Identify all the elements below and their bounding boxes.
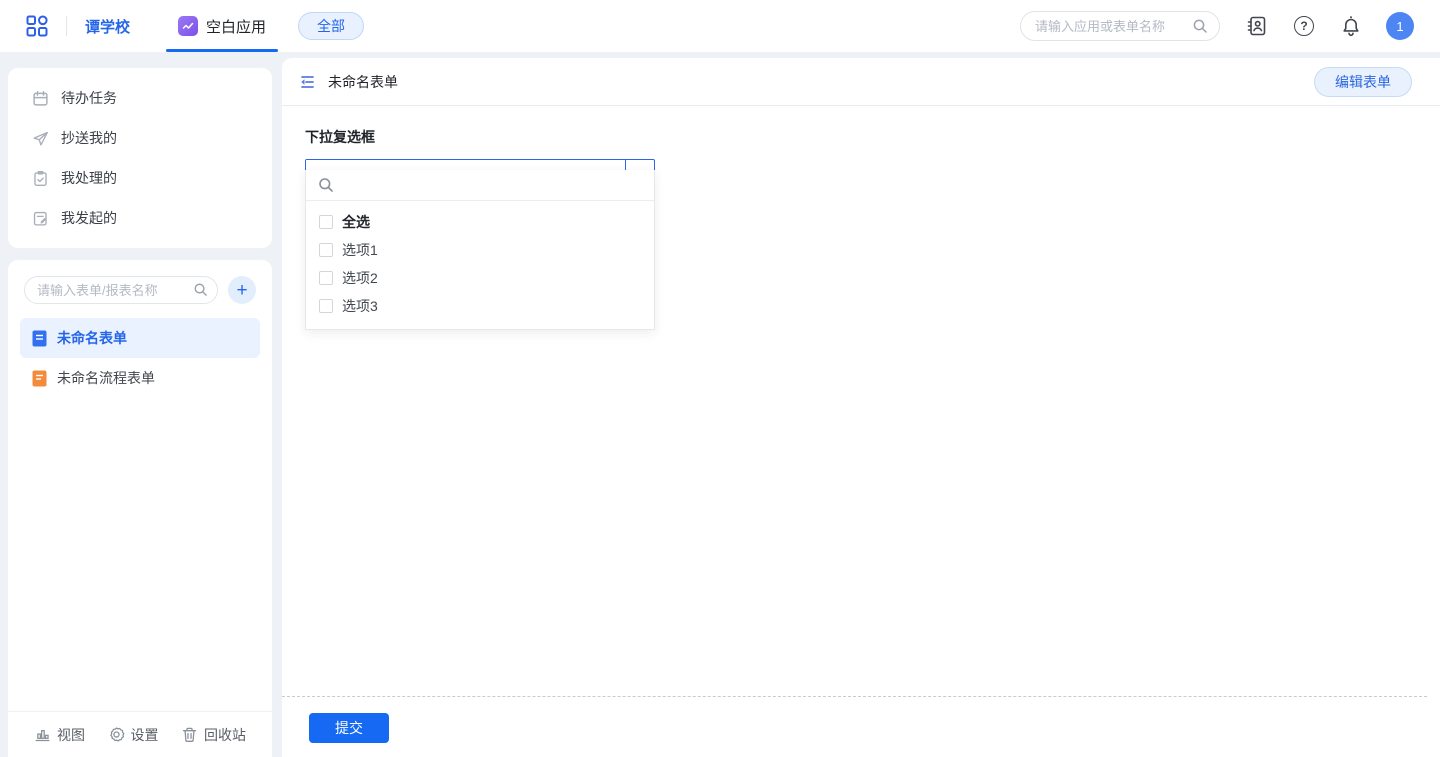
footer-label: 回收站 (204, 726, 246, 743)
form-search[interactable] (24, 276, 218, 304)
sidebar-item-cc[interactable]: 抄送我的 (8, 118, 272, 158)
footer-label: 视图 (57, 726, 85, 743)
dropdown-search-input[interactable] (342, 177, 642, 193)
notification-bell-icon[interactable] (1340, 15, 1362, 37)
search-icon (1192, 18, 1208, 39)
sidebar-item-label: 我处理的 (61, 170, 117, 186)
form-item-unnamed-flow-form[interactable]: 未命名流程表单 (20, 358, 260, 398)
sidebar-item-label: 我发起的 (61, 210, 117, 226)
doc-edit-icon (33, 211, 47, 226)
global-search[interactable] (1020, 11, 1220, 41)
form-item-label: 未命名流程表单 (57, 370, 155, 386)
footer-divider (282, 696, 1427, 697)
recycle-bin-button[interactable]: 回收站 (181, 725, 246, 745)
user-avatar[interactable]: 1 (1386, 12, 1414, 40)
sidebar-item-handled[interactable]: 我处理的 (8, 158, 272, 198)
sidebar-item-initiated[interactable]: 我发起的 (8, 198, 272, 238)
views-button[interactable]: 视图 (34, 725, 85, 745)
main-header: 未命名表单 编辑表单 (282, 58, 1440, 106)
submit-button[interactable]: 提交 (309, 713, 389, 743)
dropdown-options: 全选 选项1 选项2 选项3 (306, 201, 654, 329)
form-doc-icon (32, 330, 47, 346)
form-item-label: 未命名表单 (57, 330, 127, 346)
settings-button[interactable]: 设置 (108, 725, 159, 745)
sidebar-footer: 视图 设置 回收站 (8, 711, 272, 757)
search-icon (319, 178, 333, 192)
edit-form-button[interactable]: 编辑表单 (1314, 66, 1412, 97)
search-icon (193, 282, 208, 302)
apps-grid-icon[interactable] (26, 15, 48, 37)
option-2[interactable]: 选项2 (306, 264, 654, 292)
checkbox[interactable] (319, 299, 333, 313)
top-bar: 谭学校 空白应用 全部 ? (0, 0, 1440, 52)
calendar-icon (33, 90, 48, 106)
workspace-name[interactable]: 谭学校 (85, 16, 130, 37)
form-body: 下拉复选框 全选 选项1 选项2 选项3 提交 (282, 106, 1440, 757)
checkbox[interactable] (319, 215, 333, 229)
option-label: 选项2 (342, 270, 378, 286)
form-item-unnamed-form[interactable]: 未命名表单 (20, 318, 260, 358)
tab-app[interactable]: 空白应用 (166, 0, 279, 52)
global-search-input[interactable] (1020, 11, 1220, 41)
option-1[interactable]: 选项1 (306, 236, 654, 264)
option-3[interactable]: 选项3 (306, 292, 654, 320)
tab-label: 空白应用 (206, 18, 267, 36)
form-search-input[interactable] (24, 276, 218, 304)
option-label: 选项1 (342, 242, 378, 258)
main-panel: 未命名表单 编辑表单 下拉复选框 全选 选项1 选项2 选项3 提交 (282, 58, 1440, 757)
field-label: 下拉复选框 (305, 129, 375, 145)
task-menu-card: 待办任务 抄送我的 我处理的 我发起的 (8, 68, 272, 248)
dropdown-search[interactable] (306, 170, 654, 201)
divider (66, 16, 67, 36)
sidebar-item-todo[interactable]: 待办任务 (8, 78, 272, 118)
contacts-icon[interactable] (1246, 15, 1268, 37)
bar-chart-icon (35, 730, 50, 742)
help-icon[interactable]: ? (1294, 16, 1314, 36)
send-icon (33, 131, 48, 146)
filter-pill-all[interactable]: 全部 (298, 12, 365, 40)
checkbox[interactable] (319, 271, 333, 285)
forms-card: + 未命名表单 未命名流程表单 (8, 260, 272, 757)
sidebar-item-label: 待办任务 (61, 90, 117, 106)
trash-icon (182, 727, 197, 742)
checkbox[interactable] (319, 243, 333, 257)
dropdown-panel: 全选 选项1 选项2 选项3 (305, 170, 655, 330)
sidebar: 待办任务 抄送我的 我处理的 我发起的 请输入表单/报表名称 + 未命名表单 未… (8, 68, 272, 757)
footer-label: 设置 (130, 726, 159, 743)
option-select-all[interactable]: 全选 (306, 208, 654, 236)
app-icon (178, 16, 199, 36)
option-label: 全选 (342, 214, 370, 230)
collapse-sidebar-icon[interactable] (298, 73, 316, 91)
add-form-button[interactable]: + (228, 276, 256, 304)
sidebar-item-label: 抄送我的 (61, 130, 117, 146)
clipboard-check-icon (34, 170, 47, 186)
page-title: 未命名表单 (328, 73, 398, 90)
option-label: 选项3 (342, 298, 378, 314)
form-list: 未命名表单 未命名流程表单 (8, 314, 272, 402)
gear-icon (109, 727, 124, 742)
flow-form-doc-icon (32, 370, 47, 386)
